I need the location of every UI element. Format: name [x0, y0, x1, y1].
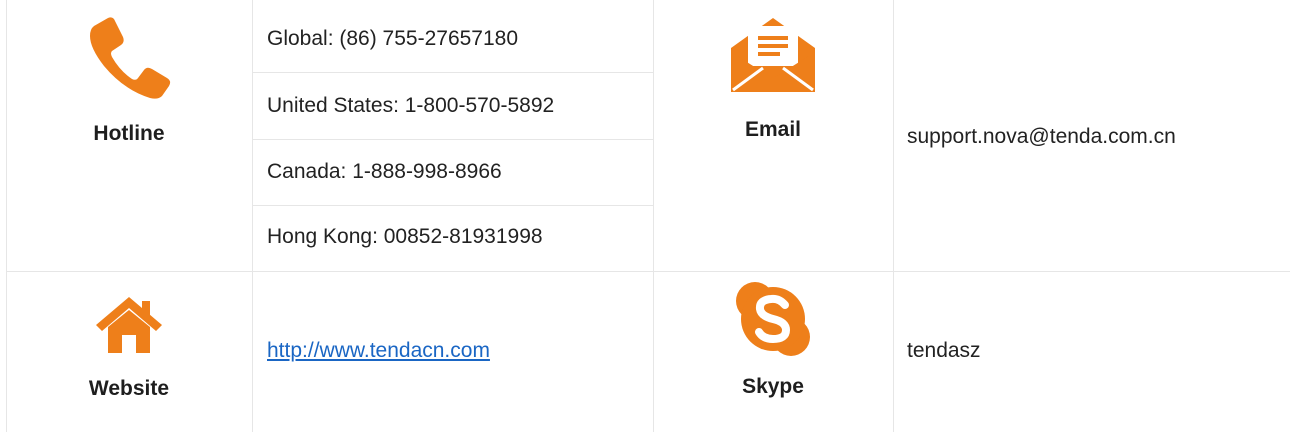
- grid-line: [252, 72, 653, 73]
- home-icon: [93, 295, 165, 355]
- contact-table: Hotline Global: (86) 755-27657180 United…: [0, 0, 1290, 432]
- grid-line: [252, 205, 653, 206]
- email-label: Email: [744, 118, 802, 141]
- hotline-number-global: Global: (86) 755-27657180: [267, 27, 519, 50]
- grid-line: [252, 139, 653, 140]
- skype-icon: [733, 279, 813, 359]
- hotline-cell: Hotline: [6, 0, 252, 271]
- envelope-icon: [728, 12, 818, 94]
- skype-cell: Skype: [653, 271, 893, 432]
- website-link[interactable]: http://www.tendacn.com: [267, 339, 490, 363]
- hotline-number-canada: Canada: 1-888-998-8966: [267, 160, 502, 183]
- skype-label: Skype: [742, 375, 804, 398]
- grid-line: [893, 0, 894, 432]
- phone-icon: [83, 14, 175, 102]
- hotline-label: Hotline: [93, 122, 165, 145]
- hotline-number-hongkong: Hong Kong: 00852-81931998: [267, 225, 543, 248]
- grid-line: [252, 0, 253, 432]
- email-address: support.nova@tenda.com.cn: [907, 125, 1176, 148]
- website-cell: Website: [6, 271, 252, 432]
- website-label: Website: [88, 377, 170, 400]
- email-cell: Email: [653, 0, 893, 271]
- hotline-number-us: United States: 1-800-570-5892: [267, 94, 555, 117]
- skype-id: tendasz: [907, 339, 981, 362]
